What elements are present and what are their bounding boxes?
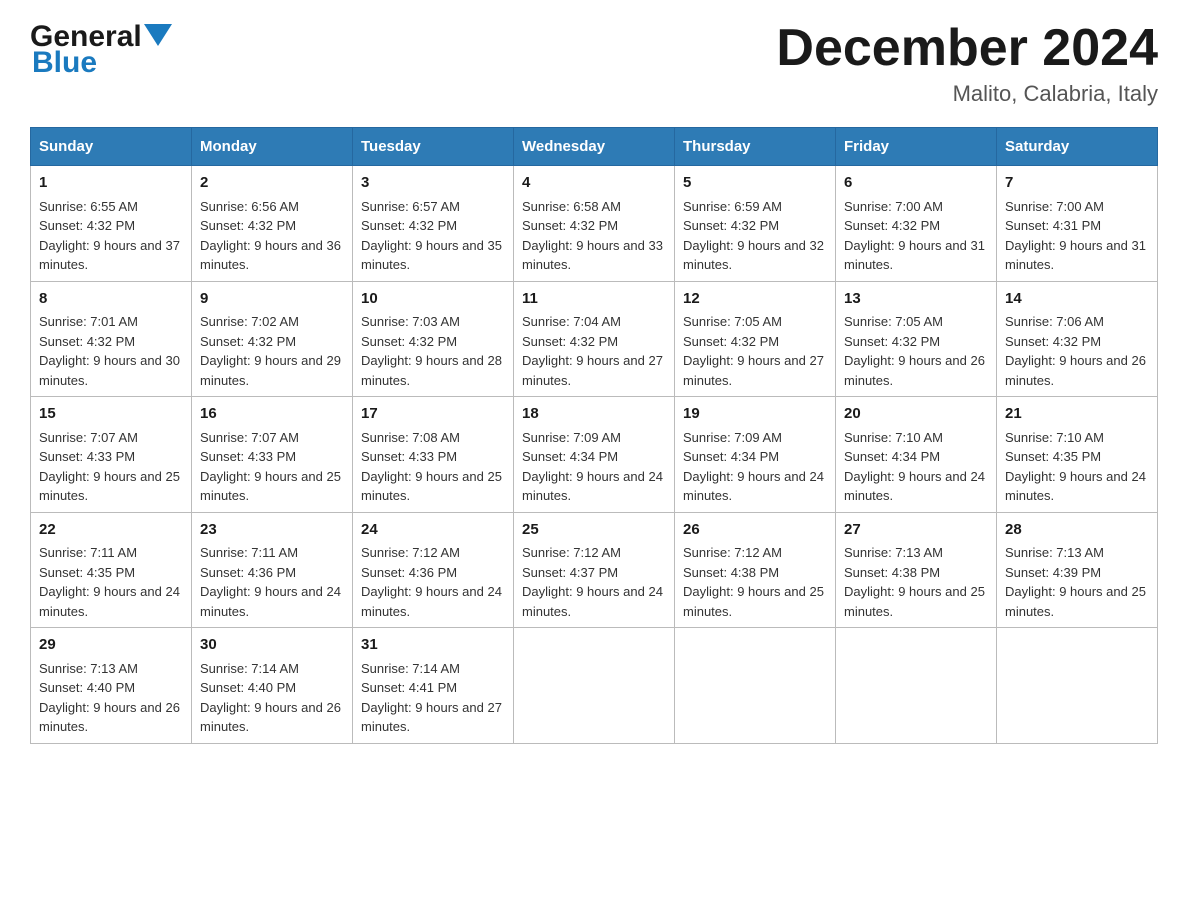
day-number: 21 [1005, 403, 1149, 426]
table-row: 25Sunrise: 7:12 AMSunset: 4:37 PMDayligh… [514, 512, 675, 628]
day-number: 28 [1005, 519, 1149, 542]
day-number: 4 [522, 172, 666, 195]
table-row: 30Sunrise: 7:14 AMSunset: 4:40 PMDayligh… [192, 628, 353, 744]
table-row: 28Sunrise: 7:13 AMSunset: 4:39 PMDayligh… [997, 512, 1158, 628]
table-row: 8Sunrise: 7:01 AMSunset: 4:32 PMDaylight… [31, 281, 192, 397]
day-number: 2 [200, 172, 344, 195]
day-number: 14 [1005, 288, 1149, 311]
col-sunday: Sunday [31, 128, 192, 166]
day-number: 10 [361, 288, 505, 311]
day-number: 5 [683, 172, 827, 195]
table-row: 19Sunrise: 7:09 AMSunset: 4:34 PMDayligh… [675, 397, 836, 513]
day-number: 15 [39, 403, 183, 426]
title-block: December 2024 Malito, Calabria, Italy [776, 20, 1158, 107]
table-row: 12Sunrise: 7:05 AMSunset: 4:32 PMDayligh… [675, 281, 836, 397]
day-number: 7 [1005, 172, 1149, 195]
day-number: 27 [844, 519, 988, 542]
table-row: 26Sunrise: 7:12 AMSunset: 4:38 PMDayligh… [675, 512, 836, 628]
day-number: 8 [39, 288, 183, 311]
calendar-week-row: 1Sunrise: 6:55 AMSunset: 4:32 PMDaylight… [31, 166, 1158, 282]
table-row: 5Sunrise: 6:59 AMSunset: 4:32 PMDaylight… [675, 166, 836, 282]
col-saturday: Saturday [997, 128, 1158, 166]
table-row: 14Sunrise: 7:06 AMSunset: 4:32 PMDayligh… [997, 281, 1158, 397]
day-number: 23 [200, 519, 344, 542]
table-row: 18Sunrise: 7:09 AMSunset: 4:34 PMDayligh… [514, 397, 675, 513]
table-row [514, 628, 675, 744]
table-row: 31Sunrise: 7:14 AMSunset: 4:41 PMDayligh… [353, 628, 514, 744]
table-row: 23Sunrise: 7:11 AMSunset: 4:36 PMDayligh… [192, 512, 353, 628]
calendar-week-row: 8Sunrise: 7:01 AMSunset: 4:32 PMDaylight… [31, 281, 1158, 397]
col-friday: Friday [836, 128, 997, 166]
table-row: 21Sunrise: 7:10 AMSunset: 4:35 PMDayligh… [997, 397, 1158, 513]
table-row: 7Sunrise: 7:00 AMSunset: 4:31 PMDaylight… [997, 166, 1158, 282]
page-header: General Blue December 2024 Malito, Calab… [30, 20, 1158, 107]
day-number: 19 [683, 403, 827, 426]
table-row [675, 628, 836, 744]
day-number: 17 [361, 403, 505, 426]
logo: General Blue [30, 20, 172, 80]
table-row: 2Sunrise: 6:56 AMSunset: 4:32 PMDaylight… [192, 166, 353, 282]
day-number: 12 [683, 288, 827, 311]
col-tuesday: Tuesday [353, 128, 514, 166]
day-number: 16 [200, 403, 344, 426]
table-row: 3Sunrise: 6:57 AMSunset: 4:32 PMDaylight… [353, 166, 514, 282]
table-row [997, 628, 1158, 744]
day-number: 25 [522, 519, 666, 542]
table-row: 1Sunrise: 6:55 AMSunset: 4:32 PMDaylight… [31, 166, 192, 282]
table-row: 10Sunrise: 7:03 AMSunset: 4:32 PMDayligh… [353, 281, 514, 397]
col-monday: Monday [192, 128, 353, 166]
day-number: 24 [361, 519, 505, 542]
calendar-header-row: Sunday Monday Tuesday Wednesday Thursday… [31, 128, 1158, 166]
day-number: 3 [361, 172, 505, 195]
day-number: 11 [522, 288, 666, 311]
table-row: 6Sunrise: 7:00 AMSunset: 4:32 PMDaylight… [836, 166, 997, 282]
table-row: 22Sunrise: 7:11 AMSunset: 4:35 PMDayligh… [31, 512, 192, 628]
day-number: 1 [39, 172, 183, 195]
table-row: 9Sunrise: 7:02 AMSunset: 4:32 PMDaylight… [192, 281, 353, 397]
day-number: 13 [844, 288, 988, 311]
logo-blue-text: Blue [32, 46, 97, 80]
day-number: 26 [683, 519, 827, 542]
table-row: 15Sunrise: 7:07 AMSunset: 4:33 PMDayligh… [31, 397, 192, 513]
table-row [836, 628, 997, 744]
table-row: 24Sunrise: 7:12 AMSunset: 4:36 PMDayligh… [353, 512, 514, 628]
table-row: 13Sunrise: 7:05 AMSunset: 4:32 PMDayligh… [836, 281, 997, 397]
table-row: 29Sunrise: 7:13 AMSunset: 4:40 PMDayligh… [31, 628, 192, 744]
day-number: 22 [39, 519, 183, 542]
table-row: 16Sunrise: 7:07 AMSunset: 4:33 PMDayligh… [192, 397, 353, 513]
calendar-subtitle: Malito, Calabria, Italy [776, 81, 1158, 107]
day-number: 30 [200, 634, 344, 657]
table-row: 27Sunrise: 7:13 AMSunset: 4:38 PMDayligh… [836, 512, 997, 628]
calendar-week-row: 29Sunrise: 7:13 AMSunset: 4:40 PMDayligh… [31, 628, 1158, 744]
day-number: 9 [200, 288, 344, 311]
calendar-title: December 2024 [776, 20, 1158, 77]
day-number: 29 [39, 634, 183, 657]
table-row: 17Sunrise: 7:08 AMSunset: 4:33 PMDayligh… [353, 397, 514, 513]
day-number: 18 [522, 403, 666, 426]
logo-arrow-icon [144, 24, 172, 52]
table-row: 4Sunrise: 6:58 AMSunset: 4:32 PMDaylight… [514, 166, 675, 282]
calendar-week-row: 15Sunrise: 7:07 AMSunset: 4:33 PMDayligh… [31, 397, 1158, 513]
day-number: 20 [844, 403, 988, 426]
table-row: 11Sunrise: 7:04 AMSunset: 4:32 PMDayligh… [514, 281, 675, 397]
table-row: 20Sunrise: 7:10 AMSunset: 4:34 PMDayligh… [836, 397, 997, 513]
day-number: 31 [361, 634, 505, 657]
col-thursday: Thursday [675, 128, 836, 166]
calendar-week-row: 22Sunrise: 7:11 AMSunset: 4:35 PMDayligh… [31, 512, 1158, 628]
calendar-table: Sunday Monday Tuesday Wednesday Thursday… [30, 127, 1158, 744]
day-number: 6 [844, 172, 988, 195]
col-wednesday: Wednesday [514, 128, 675, 166]
